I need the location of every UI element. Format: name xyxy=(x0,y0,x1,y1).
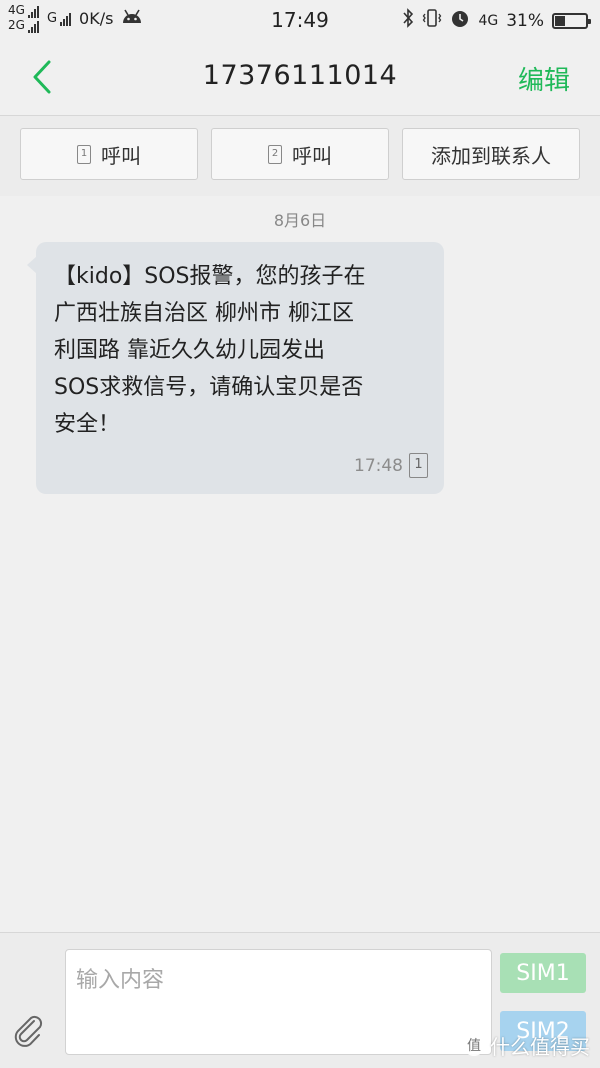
message-line: 广西壮族自治区 柳州市 柳江区 xyxy=(54,301,354,326)
message-line: SOS求救信号，请确认宝贝是否 xyxy=(54,375,364,400)
message-line: 安全！ xyxy=(54,412,121,437)
message-line: 【kido】SOS报警，您的孩子在 xyxy=(54,264,366,289)
paperclip-icon xyxy=(14,1015,43,1047)
call-sim2-label: 呼叫 xyxy=(292,143,332,168)
battery-level xyxy=(555,15,565,26)
bluetooth-icon xyxy=(402,8,414,33)
add-contact-label: 添加到联系人 xyxy=(431,143,551,168)
sim1-icon: 1 xyxy=(77,144,91,164)
message-sim-icon: 1 xyxy=(409,453,428,478)
send-sim1-button[interactable]: SIM1 xyxy=(500,953,586,993)
conversation-header: 17376111014 编辑 xyxy=(0,40,600,116)
battery-icon xyxy=(552,12,591,29)
vibrate-icon xyxy=(422,8,442,33)
battery-percent: 31% xyxy=(506,10,544,31)
message-line: 利国路 靠近久久幼儿园发出 xyxy=(54,338,325,363)
watermark-text: 什么值得买 xyxy=(490,1035,590,1059)
status-bar: 4G 2G G 0K/s 17:49 4G 31% xyxy=(0,0,600,40)
watermark-logo: 值 xyxy=(464,1035,484,1056)
message-text: 【kido】SOS报警，您的孩子在 广西壮族自治区 柳州市 柳江区 利国路 靠近… xyxy=(54,258,426,443)
date-separator: 8月6日 xyxy=(273,211,327,230)
message-bubble[interactable]: 【kido】SOS报警，您的孩子在 广西壮族自治区 柳州市 柳江区 利国路 靠近… xyxy=(27,242,444,494)
status-right: 4G 31% xyxy=(402,8,591,33)
add-contact-button[interactable]: 添加到联系人 xyxy=(402,128,580,180)
composer-bar: SIM1 SIM2 值 什么值得买 xyxy=(0,932,600,1068)
alarm-icon xyxy=(450,8,470,33)
watermark: 值 什么值得买 xyxy=(464,1031,590,1060)
edit-button[interactable]: 编辑 xyxy=(518,60,570,97)
message-input[interactable] xyxy=(65,949,492,1055)
message-meta: 17:48 1 xyxy=(354,453,428,478)
action-bar: 1 呼叫 2 呼叫 添加到联系人 xyxy=(0,116,600,196)
sim2-icon: 2 xyxy=(268,144,282,164)
call-sim2-button[interactable]: 2 呼叫 xyxy=(211,128,389,180)
attach-button[interactable] xyxy=(10,1011,50,1051)
call-sim1-button[interactable]: 1 呼叫 xyxy=(20,128,198,180)
contact-number-title: 17376111014 xyxy=(202,60,398,91)
call-sim1-label: 呼叫 xyxy=(101,143,141,168)
network-type-right: 4G xyxy=(478,12,499,29)
message-time: 17:48 xyxy=(354,455,403,476)
